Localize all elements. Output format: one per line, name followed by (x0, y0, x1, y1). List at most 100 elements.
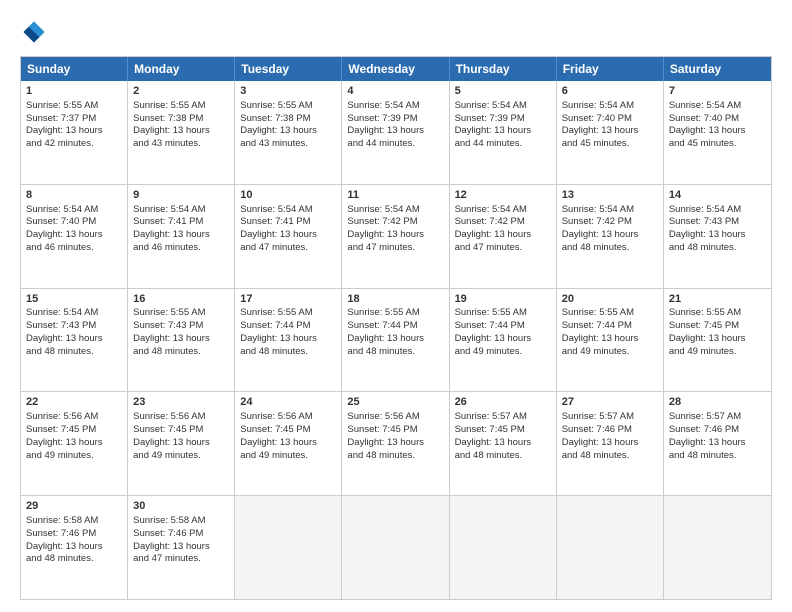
day-cell-16: 16Sunrise: 5:55 AMSunset: 7:43 PMDayligh… (128, 289, 235, 392)
day-info-line: Sunset: 7:44 PM (562, 320, 658, 333)
day-cell-23: 23Sunrise: 5:56 AMSunset: 7:45 PMDayligh… (128, 392, 235, 495)
day-info-line: Sunrise: 5:54 AM (347, 204, 443, 217)
day-cell-29: 29Sunrise: 5:58 AMSunset: 7:46 PMDayligh… (21, 496, 128, 599)
day-number: 29 (26, 499, 122, 514)
day-cell-22: 22Sunrise: 5:56 AMSunset: 7:45 PMDayligh… (21, 392, 128, 495)
day-info-line: Daylight: 13 hours (347, 229, 443, 242)
day-info-line: Sunrise: 5:55 AM (133, 100, 229, 113)
day-info-line: Sunrise: 5:58 AM (133, 515, 229, 528)
day-info-line: Daylight: 13 hours (133, 541, 229, 554)
day-info-line: Sunset: 7:45 PM (133, 424, 229, 437)
day-info-line: and 48 minutes. (669, 242, 766, 255)
day-number: 11 (347, 188, 443, 203)
day-info-line: and 49 minutes. (26, 450, 122, 463)
day-cell-24: 24Sunrise: 5:56 AMSunset: 7:45 PMDayligh… (235, 392, 342, 495)
day-info-line: Daylight: 13 hours (562, 333, 658, 346)
day-number: 14 (669, 188, 766, 203)
day-info-line: Sunset: 7:45 PM (240, 424, 336, 437)
page: SundayMondayTuesdayWednesdayThursdayFrid… (0, 0, 792, 612)
day-info-line: and 48 minutes. (26, 346, 122, 359)
day-info-line: Daylight: 13 hours (669, 229, 766, 242)
day-info-line: Sunrise: 5:54 AM (455, 100, 551, 113)
weekday-header-sunday: Sunday (21, 57, 128, 81)
day-cell-21: 21Sunrise: 5:55 AMSunset: 7:45 PMDayligh… (664, 289, 771, 392)
weekday-header-thursday: Thursday (450, 57, 557, 81)
day-info-line: and 46 minutes. (133, 242, 229, 255)
day-info-line: and 42 minutes. (26, 138, 122, 151)
day-info-line: Sunrise: 5:54 AM (26, 204, 122, 217)
day-info-line: Sunset: 7:44 PM (347, 320, 443, 333)
day-info-line: Sunrise: 5:54 AM (562, 204, 658, 217)
day-info-line: Sunset: 7:42 PM (562, 216, 658, 229)
day-cell-20: 20Sunrise: 5:55 AMSunset: 7:44 PMDayligh… (557, 289, 664, 392)
empty-cell (235, 496, 342, 599)
day-number: 24 (240, 395, 336, 410)
day-cell-13: 13Sunrise: 5:54 AMSunset: 7:42 PMDayligh… (557, 185, 664, 288)
day-info-line: and 48 minutes. (26, 553, 122, 566)
day-cell-5: 5Sunrise: 5:54 AMSunset: 7:39 PMDaylight… (450, 81, 557, 184)
day-info-line: Daylight: 13 hours (26, 125, 122, 138)
day-info-line: Sunrise: 5:57 AM (562, 411, 658, 424)
day-info-line: Sunrise: 5:54 AM (455, 204, 551, 217)
day-cell-1: 1Sunrise: 5:55 AMSunset: 7:37 PMDaylight… (21, 81, 128, 184)
day-info-line: Daylight: 13 hours (133, 229, 229, 242)
day-info-line: Sunrise: 5:54 AM (562, 100, 658, 113)
day-info-line: Daylight: 13 hours (133, 333, 229, 346)
day-info-line: and 49 minutes. (562, 346, 658, 359)
day-number: 10 (240, 188, 336, 203)
day-number: 27 (562, 395, 658, 410)
empty-cell (557, 496, 664, 599)
day-cell-9: 9Sunrise: 5:54 AMSunset: 7:41 PMDaylight… (128, 185, 235, 288)
day-info-line: and 48 minutes. (347, 450, 443, 463)
day-info-line: Daylight: 13 hours (133, 125, 229, 138)
day-cell-14: 14Sunrise: 5:54 AMSunset: 7:43 PMDayligh… (664, 185, 771, 288)
day-info-line: Sunset: 7:40 PM (26, 216, 122, 229)
day-cell-17: 17Sunrise: 5:55 AMSunset: 7:44 PMDayligh… (235, 289, 342, 392)
day-number: 15 (26, 292, 122, 307)
day-number: 23 (133, 395, 229, 410)
day-info-line: and 49 minutes. (133, 450, 229, 463)
day-cell-11: 11Sunrise: 5:54 AMSunset: 7:42 PMDayligh… (342, 185, 449, 288)
day-number: 20 (562, 292, 658, 307)
day-info-line: Sunset: 7:41 PM (133, 216, 229, 229)
day-info-line: Sunset: 7:46 PM (669, 424, 766, 437)
day-cell-26: 26Sunrise: 5:57 AMSunset: 7:45 PMDayligh… (450, 392, 557, 495)
empty-cell (342, 496, 449, 599)
day-info-line: Daylight: 13 hours (26, 229, 122, 242)
day-info-line: Daylight: 13 hours (240, 229, 336, 242)
empty-cell (664, 496, 771, 599)
day-info-line: Sunset: 7:43 PM (133, 320, 229, 333)
day-number: 13 (562, 188, 658, 203)
day-cell-4: 4Sunrise: 5:54 AMSunset: 7:39 PMDaylight… (342, 81, 449, 184)
day-number: 17 (240, 292, 336, 307)
calendar: SundayMondayTuesdayWednesdayThursdayFrid… (20, 56, 772, 600)
day-info-line: Daylight: 13 hours (669, 125, 766, 138)
day-info-line: Sunrise: 5:54 AM (26, 307, 122, 320)
calendar-row-3: 15Sunrise: 5:54 AMSunset: 7:43 PMDayligh… (21, 289, 771, 393)
day-number: 26 (455, 395, 551, 410)
day-info-line: Daylight: 13 hours (26, 333, 122, 346)
day-cell-19: 19Sunrise: 5:55 AMSunset: 7:44 PMDayligh… (450, 289, 557, 392)
calendar-row-1: 1Sunrise: 5:55 AMSunset: 7:37 PMDaylight… (21, 81, 771, 185)
day-number: 18 (347, 292, 443, 307)
day-info-line: Daylight: 13 hours (240, 125, 336, 138)
day-info-line: Daylight: 13 hours (347, 333, 443, 346)
day-info-line: and 45 minutes. (669, 138, 766, 151)
day-info-line: Sunrise: 5:57 AM (669, 411, 766, 424)
day-info-line: Daylight: 13 hours (455, 125, 551, 138)
day-info-line: Sunrise: 5:56 AM (133, 411, 229, 424)
day-info-line: Daylight: 13 hours (26, 541, 122, 554)
day-info-line: Sunrise: 5:57 AM (455, 411, 551, 424)
day-info-line: Sunrise: 5:55 AM (455, 307, 551, 320)
day-number: 3 (240, 84, 336, 99)
day-info-line: and 44 minutes. (347, 138, 443, 151)
day-info-line: and 43 minutes. (133, 138, 229, 151)
day-info-line: Daylight: 13 hours (240, 333, 336, 346)
calendar-header: SundayMondayTuesdayWednesdayThursdayFrid… (21, 57, 771, 81)
day-cell-30: 30Sunrise: 5:58 AMSunset: 7:46 PMDayligh… (128, 496, 235, 599)
day-info-line: Sunrise: 5:55 AM (26, 100, 122, 113)
day-info-line: Daylight: 13 hours (562, 229, 658, 242)
day-info-line: and 48 minutes. (240, 346, 336, 359)
day-info-line: Sunrise: 5:54 AM (669, 204, 766, 217)
day-info-line: Daylight: 13 hours (133, 437, 229, 450)
